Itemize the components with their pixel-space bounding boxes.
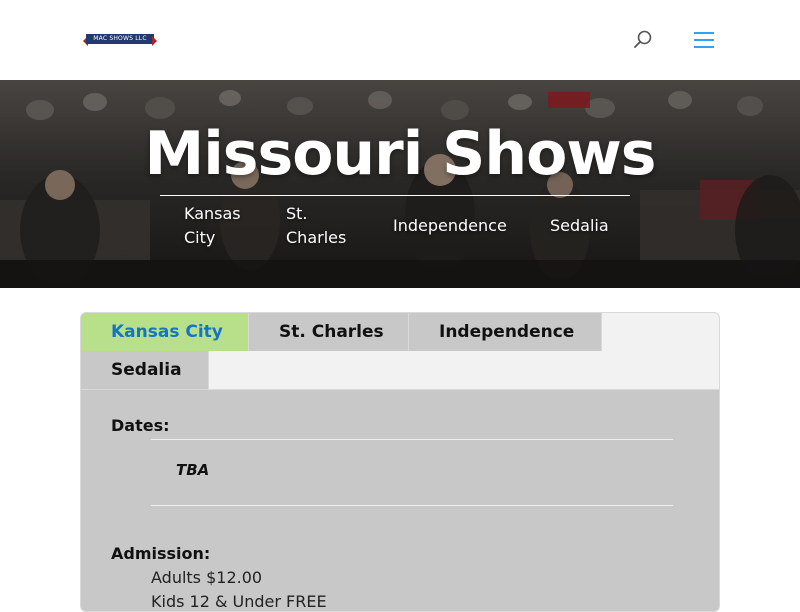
- menu-button[interactable]: [693, 29, 715, 51]
- hero-link-kansas-city[interactable]: Kansas City: [184, 202, 254, 250]
- hero-divider: [160, 195, 630, 196]
- hero-link-st-charles[interactable]: St. Charles: [286, 202, 356, 250]
- hero-link-independence[interactable]: Independence: [393, 214, 507, 238]
- site-header: MAC SHOWS LLC: [0, 0, 800, 80]
- dates-divider-bottom: [151, 505, 673, 506]
- dates-value: TBA: [176, 461, 210, 479]
- admission-label: Admission:: [111, 544, 211, 563]
- hero-link-sedalia[interactable]: Sedalia: [550, 214, 609, 238]
- page-title: Missouri Shows: [144, 119, 657, 189]
- dates-label: Dates:: [111, 416, 170, 435]
- tab-bar: Kansas City St. Charles Independence Sed…: [81, 313, 719, 390]
- admission-kids: Kids 12 & Under FREE: [151, 592, 327, 611]
- tab-independence[interactable]: Independence: [409, 313, 602, 351]
- tab-st-charles[interactable]: St. Charles: [249, 313, 409, 351]
- hero-section: Missouri Shows Kansas City St. Charles I…: [0, 80, 800, 288]
- site-logo[interactable]: MAC SHOWS LLC: [83, 31, 157, 47]
- logo-text: MAC SHOWS LLC: [93, 35, 147, 42]
- hamburger-menu-icon: [694, 32, 714, 48]
- admission-adults: Adults $12.00: [151, 568, 263, 587]
- search-icon: [634, 30, 652, 48]
- tab-panel-kansas-city: Dates: TBA Admission: Adults $12.00 Kids…: [81, 390, 719, 611]
- search-button[interactable]: [632, 29, 654, 51]
- dates-divider-top: [151, 439, 673, 440]
- tab-kansas-city[interactable]: Kansas City: [81, 313, 249, 351]
- location-tabs: Kansas City St. Charles Independence Sed…: [80, 312, 720, 612]
- tab-sedalia[interactable]: Sedalia: [81, 351, 209, 389]
